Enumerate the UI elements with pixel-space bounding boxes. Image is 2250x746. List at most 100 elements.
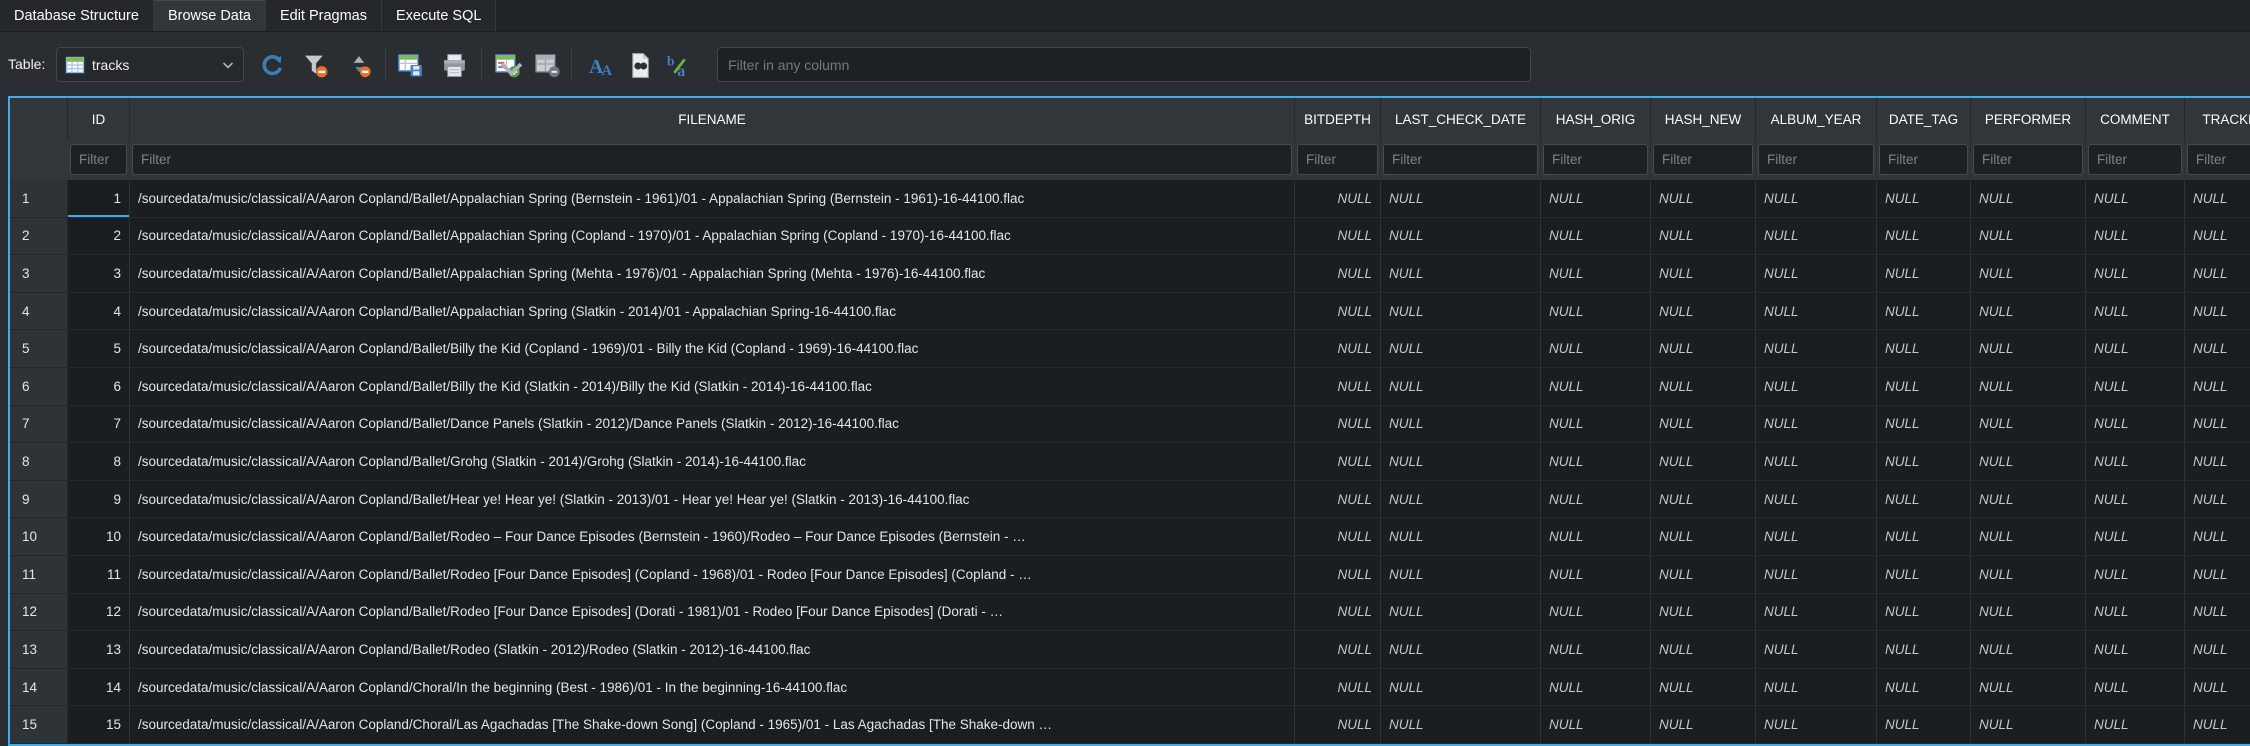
refresh-button[interactable] xyxy=(253,47,291,83)
cell-last_check_date[interactable]: NULL xyxy=(1381,443,1541,481)
cell-date_tag[interactable]: NULL xyxy=(1877,255,1971,293)
tab-browse-data[interactable]: Browse Data xyxy=(154,0,266,31)
cell-bitdepth[interactable]: NULL xyxy=(1295,594,1381,632)
cell-last_check_date[interactable]: NULL xyxy=(1381,518,1541,556)
row-header[interactable]: 1 xyxy=(10,180,68,218)
cell-id[interactable]: 5 xyxy=(68,330,130,368)
row-header[interactable]: 3 xyxy=(10,255,68,293)
column-filter-input-album_year[interactable] xyxy=(1758,144,1874,175)
cell-album_year[interactable]: NULL xyxy=(1756,631,1877,669)
cell-performer[interactable]: NULL xyxy=(1971,443,2086,481)
column-filter-input-filename[interactable] xyxy=(132,144,1292,175)
cell-performer[interactable]: NULL xyxy=(1971,669,2086,707)
font-size-button[interactable]: A A xyxy=(582,47,620,83)
cell-hash_new[interactable]: NULL xyxy=(1651,669,1756,707)
cell-filename[interactable]: /sourcedata/music/classical/A/Aaron Copl… xyxy=(130,594,1295,632)
column-header-bitdepth[interactable]: BITDEPTH xyxy=(1295,98,1381,140)
cell-hash_orig[interactable]: NULL xyxy=(1541,706,1651,744)
cell-album_year[interactable]: NULL xyxy=(1756,330,1877,368)
cell-last_check_date[interactable]: NULL xyxy=(1381,706,1541,744)
cell-hash_new[interactable]: NULL xyxy=(1651,706,1756,744)
cell-bitdepth[interactable]: NULL xyxy=(1295,443,1381,481)
row-header[interactable]: 7 xyxy=(10,406,68,444)
cell-bitdepth[interactable]: NULL xyxy=(1295,368,1381,406)
cell-date_tag[interactable]: NULL xyxy=(1877,180,1971,218)
find-in-table-button[interactable] xyxy=(621,47,659,83)
tab-database-structure[interactable]: Database Structure xyxy=(0,0,154,31)
column-filter-input-comment[interactable] xyxy=(2088,144,2182,175)
cell-filename[interactable]: /sourcedata/music/classical/A/Aaron Copl… xyxy=(130,631,1295,669)
cell-last_check_date[interactable]: NULL xyxy=(1381,293,1541,331)
table-selector[interactable]: tracks xyxy=(56,47,244,82)
cell-album_year[interactable]: NULL xyxy=(1756,518,1877,556)
cell-comment[interactable]: NULL xyxy=(2086,481,2185,519)
cell-hash_orig[interactable]: NULL xyxy=(1541,518,1651,556)
replace-button[interactable]: b a xyxy=(660,47,698,83)
cell-filename[interactable]: /sourcedata/music/classical/A/Aaron Copl… xyxy=(130,218,1295,256)
column-filter-input-hash_new[interactable] xyxy=(1653,144,1753,175)
cell-date_tag[interactable]: NULL xyxy=(1877,706,1971,744)
column-header-hash_new[interactable]: HASH_NEW xyxy=(1651,98,1756,140)
cell-performer[interactable]: NULL xyxy=(1971,406,2086,444)
cell-id[interactable]: 12 xyxy=(68,594,130,632)
cell-album_year[interactable]: NULL xyxy=(1756,443,1877,481)
print-button[interactable] xyxy=(435,47,473,83)
cell-filename[interactable]: /sourcedata/music/classical/A/Aaron Copl… xyxy=(130,406,1295,444)
cell-comment[interactable]: NULL xyxy=(2086,293,2185,331)
column-filter-input-date_tag[interactable] xyxy=(1879,144,1968,175)
cell-performer[interactable]: NULL xyxy=(1971,631,2086,669)
cell-date_tag[interactable]: NULL xyxy=(1877,669,1971,707)
cell-filename[interactable]: /sourcedata/music/classical/A/Aaron Copl… xyxy=(130,180,1295,218)
cell-hash_orig[interactable]: NULL xyxy=(1541,218,1651,256)
cell-album_year[interactable]: NULL xyxy=(1756,406,1877,444)
row-header[interactable]: 15 xyxy=(10,706,68,744)
row-header[interactable]: 14 xyxy=(10,669,68,707)
column-header-id[interactable]: ID xyxy=(68,98,130,140)
cell-last_check_date[interactable]: NULL xyxy=(1381,481,1541,519)
cell-hash_new[interactable]: NULL xyxy=(1651,330,1756,368)
cell-tracknumber[interactable]: NULL xyxy=(2185,518,2250,556)
cell-tracknumber[interactable]: NULL xyxy=(2185,255,2250,293)
cell-comment[interactable]: NULL xyxy=(2086,631,2185,669)
cell-hash_new[interactable]: NULL xyxy=(1651,518,1756,556)
column-header-tracknumber[interactable]: TRACKNUMBER xyxy=(2185,98,2250,140)
insert-record-button[interactable] xyxy=(488,47,526,83)
cell-comment[interactable]: NULL xyxy=(2086,218,2185,256)
column-header-performer[interactable]: PERFORMER xyxy=(1971,98,2086,140)
cell-comment[interactable]: NULL xyxy=(2086,594,2185,632)
cell-bitdepth[interactable]: NULL xyxy=(1295,706,1381,744)
cell-comment[interactable]: NULL xyxy=(2086,669,2185,707)
cell-album_year[interactable]: NULL xyxy=(1756,218,1877,256)
cell-comment[interactable]: NULL xyxy=(2086,518,2185,556)
cell-bitdepth[interactable]: NULL xyxy=(1295,518,1381,556)
cell-last_check_date[interactable]: NULL xyxy=(1381,180,1541,218)
cell-id[interactable]: 9 xyxy=(68,481,130,519)
column-filter-input-id[interactable] xyxy=(70,144,127,175)
cell-id[interactable]: 4 xyxy=(68,293,130,331)
cell-bitdepth[interactable]: NULL xyxy=(1295,255,1381,293)
cell-id[interactable]: 3 xyxy=(68,255,130,293)
cell-id[interactable]: 8 xyxy=(68,443,130,481)
cell-bitdepth[interactable]: NULL xyxy=(1295,180,1381,218)
cell-album_year[interactable]: NULL xyxy=(1756,594,1877,632)
cell-album_year[interactable]: NULL xyxy=(1756,706,1877,744)
global-filter-input[interactable] xyxy=(717,47,1531,82)
cell-filename[interactable]: /sourcedata/music/classical/A/Aaron Copl… xyxy=(130,556,1295,594)
cell-filename[interactable]: /sourcedata/music/classical/A/Aaron Copl… xyxy=(130,443,1295,481)
cell-last_check_date[interactable]: NULL xyxy=(1381,218,1541,256)
clear-sorting-button[interactable] xyxy=(340,47,378,83)
cell-hash_new[interactable]: NULL xyxy=(1651,255,1756,293)
column-filter-input-performer[interactable] xyxy=(1973,144,2083,175)
cell-tracknumber[interactable]: NULL xyxy=(2185,406,2250,444)
cell-id[interactable]: 14 xyxy=(68,669,130,707)
row-header[interactable]: 9 xyxy=(10,481,68,519)
cell-bitdepth[interactable]: NULL xyxy=(1295,293,1381,331)
tab-execute-sql[interactable]: Execute SQL xyxy=(382,0,496,31)
cell-bitdepth[interactable]: NULL xyxy=(1295,481,1381,519)
cell-hash_orig[interactable]: NULL xyxy=(1541,330,1651,368)
row-header[interactable]: 12 xyxy=(10,594,68,632)
cell-date_tag[interactable]: NULL xyxy=(1877,556,1971,594)
cell-performer[interactable]: NULL xyxy=(1971,180,2086,218)
cell-performer[interactable]: NULL xyxy=(1971,481,2086,519)
cell-tracknumber[interactable]: NULL xyxy=(2185,594,2250,632)
